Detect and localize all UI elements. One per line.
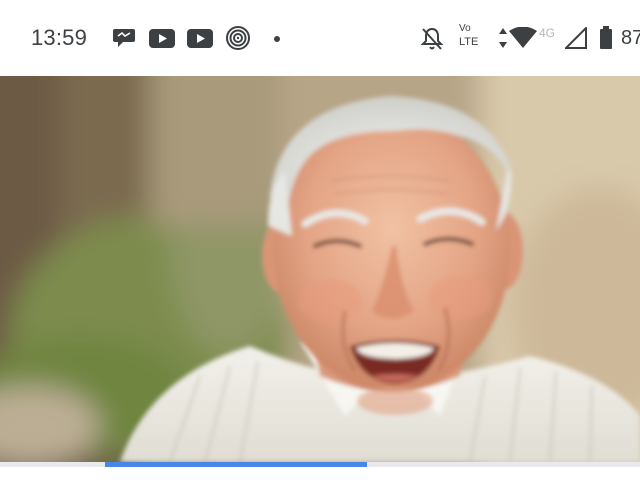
youtube-icon [187, 29, 213, 48]
volte-label-top: Vo [459, 23, 471, 34]
chat-bubble-icon [113, 29, 135, 47]
media-photo[interactable] [0, 76, 640, 462]
data-arrows-icon [499, 28, 507, 48]
bell-off-icon [420, 27, 444, 50]
battery-icon [600, 26, 612, 49]
phone-screen: 13:59 Vo LTE 4G 87 [0, 0, 640, 480]
status-time: 13:59 [31, 25, 88, 50]
status-bar: 13:59 Vo LTE 4G 87 [0, 0, 640, 76]
youtube-icon [149, 29, 175, 48]
podcast-icon [226, 26, 250, 50]
more-notifications-dot-icon [274, 36, 280, 42]
portrait-image [0, 76, 640, 462]
network-type-label: 4G [539, 26, 556, 40]
wifi-icon [509, 27, 537, 48]
volte-icon: Vo LTE [457, 23, 487, 51]
cellular-signal-icon [565, 27, 587, 49]
volte-label-bottom: LTE [459, 36, 479, 48]
content-below-media [0, 467, 640, 480]
battery-percent: 87 [621, 27, 640, 49]
